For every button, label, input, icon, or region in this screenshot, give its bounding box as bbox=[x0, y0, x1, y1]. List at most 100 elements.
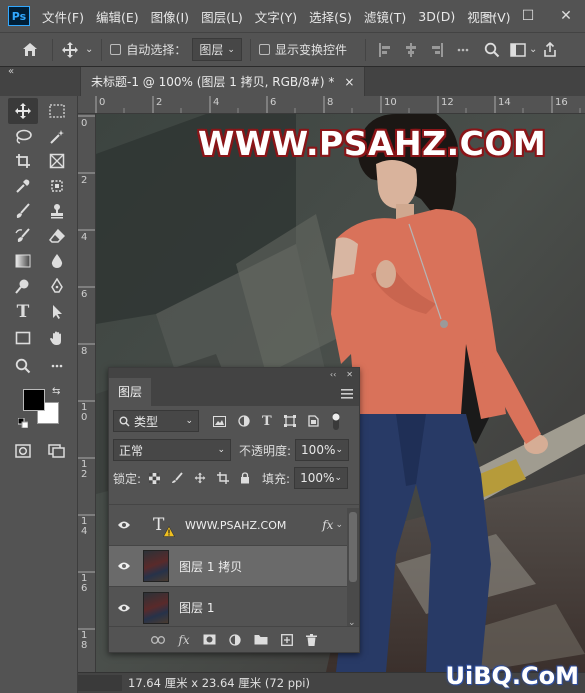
layer-row-base[interactable]: 图层 1 bbox=[109, 587, 347, 628]
align-left-icon[interactable] bbox=[378, 42, 392, 57]
panel-menu-icon[interactable] bbox=[341, 389, 353, 399]
opacity-input[interactable]: 100% ⌄ bbox=[295, 439, 350, 461]
add-mask-icon[interactable] bbox=[203, 634, 216, 645]
delete-layer-icon[interactable] bbox=[305, 633, 317, 646]
rectangle-tool-icon[interactable] bbox=[8, 325, 38, 351]
more-tools-icon[interactable] bbox=[42, 353, 72, 379]
blend-opacity-row: 正常 ⌄ 不透明度: 100% ⌄ bbox=[109, 436, 359, 464]
foreground-color-swatch[interactable] bbox=[23, 389, 45, 411]
blend-mode-dropdown[interactable]: 正常 ⌄ bbox=[113, 439, 231, 461]
tab-layers[interactable]: 图层 bbox=[109, 378, 152, 406]
brush-tool-icon[interactable] bbox=[8, 198, 38, 224]
magic-wand-tool-icon[interactable] bbox=[42, 124, 72, 150]
visibility-eye-icon[interactable] bbox=[109, 520, 139, 530]
align-right-icon[interactable] bbox=[430, 42, 444, 57]
dodge-tool-icon[interactable] bbox=[8, 273, 38, 299]
zoom-field[interactable] bbox=[78, 675, 122, 691]
more-options-icon[interactable] bbox=[456, 43, 470, 57]
visibility-eye-icon[interactable] bbox=[109, 603, 139, 613]
collapse-panel-icon[interactable]: « bbox=[8, 66, 14, 77]
home-icon[interactable] bbox=[22, 42, 38, 57]
blur-tool-icon[interactable] bbox=[42, 248, 72, 274]
ruler-label: 1 2 bbox=[81, 459, 88, 480]
collapse-icon[interactable]: ‹‹ bbox=[330, 370, 336, 379]
menu-layer[interactable]: 图层(L) bbox=[201, 7, 243, 26]
gradient-tool-icon[interactable] bbox=[8, 248, 38, 274]
clone-stamp-tool-icon[interactable] bbox=[42, 198, 72, 224]
eyedropper-tool-icon[interactable] bbox=[8, 173, 38, 199]
zoom-tool-icon[interactable] bbox=[8, 353, 38, 379]
layers-scrollbar[interactable]: ⌄ bbox=[347, 508, 359, 628]
add-layer-style-icon[interactable]: fx bbox=[178, 633, 189, 647]
chevron-down-icon[interactable]: ⌄ bbox=[85, 44, 93, 55]
chevron-down-icon[interactable]: ⌄ bbox=[335, 520, 343, 530]
link-layers-icon[interactable] bbox=[151, 635, 166, 644]
quick-mask-icon[interactable] bbox=[8, 438, 38, 464]
document-tab-title: 未标题-1 @ 100% (图层 1 拷贝, RGB/8#) * bbox=[91, 75, 335, 89]
scrollbar-thumb[interactable] bbox=[349, 512, 357, 582]
maximize-button[interactable]: ☐ bbox=[509, 8, 547, 24]
close-button[interactable]: ✕ bbox=[547, 8, 585, 24]
filter-shape-icon[interactable] bbox=[283, 415, 296, 427]
menu-file[interactable]: 文件(F) bbox=[42, 7, 84, 26]
close-tab-icon[interactable]: × bbox=[344, 75, 354, 89]
lock-artboard-icon[interactable] bbox=[217, 472, 230, 484]
lock-all-icon[interactable] bbox=[240, 472, 250, 484]
crop-tool-icon[interactable] bbox=[8, 148, 38, 174]
auto-select-checkbox[interactable]: 自动选择： bbox=[110, 41, 186, 58]
filter-kind-dropdown[interactable]: 类型 ⌄ bbox=[113, 410, 199, 432]
pen-tool-icon[interactable] bbox=[42, 273, 72, 299]
workspace-icon[interactable] bbox=[510, 42, 526, 57]
photoshop-logo: Ps bbox=[8, 6, 30, 26]
eraser-tool-icon[interactable] bbox=[42, 223, 72, 249]
ruler-label: 10 bbox=[384, 97, 397, 108]
ruler-label: 2 bbox=[156, 97, 163, 108]
close-panel-icon[interactable]: ✕ bbox=[346, 370, 353, 379]
show-transform-controls-checkbox[interactable]: 显示变换控件 bbox=[258, 41, 347, 58]
minimize-button[interactable]: — bbox=[471, 8, 509, 24]
menu-3d[interactable]: 3D(D) bbox=[418, 9, 455, 24]
swap-colors-icon[interactable]: ⇆ bbox=[52, 386, 60, 397]
move-tool-icon[interactable] bbox=[8, 98, 38, 124]
new-group-icon[interactable] bbox=[254, 634, 268, 645]
new-layer-icon[interactable] bbox=[280, 633, 293, 646]
align-center-icon[interactable] bbox=[404, 42, 418, 57]
lock-image-pixels-icon[interactable] bbox=[171, 472, 183, 484]
filter-pixel-icon[interactable] bbox=[213, 415, 226, 427]
frame-tool-icon[interactable] bbox=[42, 148, 72, 174]
history-brush-tool-icon[interactable] bbox=[8, 223, 38, 249]
marquee-tool-icon[interactable] bbox=[42, 98, 72, 124]
path-selection-tool-icon[interactable] bbox=[42, 299, 72, 325]
lock-position-icon[interactable] bbox=[194, 472, 206, 484]
move-tool-preset-icon[interactable] bbox=[61, 41, 79, 59]
default-colors-icon[interactable] bbox=[18, 418, 28, 428]
spot-healing-tool-icon[interactable] bbox=[42, 173, 72, 199]
type-tool-icon[interactable]: T bbox=[8, 299, 38, 325]
fill-input[interactable]: 100% ⌄ bbox=[294, 467, 349, 489]
screen-mode-icon[interactable] bbox=[42, 438, 72, 464]
filter-smart-object-icon[interactable] bbox=[308, 415, 319, 427]
filter-adjustment-icon[interactable] bbox=[238, 415, 250, 427]
visibility-eye-icon[interactable] bbox=[109, 561, 139, 571]
share-icon[interactable] bbox=[543, 42, 557, 57]
new-adjustment-layer-icon[interactable] bbox=[228, 633, 241, 646]
lasso-tool-icon[interactable] bbox=[8, 124, 38, 150]
lock-transparent-pixels-icon[interactable] bbox=[149, 472, 161, 484]
search-icon[interactable] bbox=[484, 42, 500, 58]
menu-filter[interactable]: 滤镜(T) bbox=[364, 7, 406, 26]
filter-toggle-icon[interactable] bbox=[331, 412, 341, 430]
menu-image[interactable]: 图像(I) bbox=[151, 7, 189, 26]
menu-edit[interactable]: 编辑(E) bbox=[96, 7, 139, 26]
hand-tool-icon[interactable] bbox=[42, 325, 72, 351]
chevron-down-icon[interactable]: ⌄ bbox=[529, 44, 537, 55]
filter-type-icon[interactable]: T bbox=[262, 414, 272, 429]
menu-select[interactable]: 选择(S) bbox=[309, 7, 352, 26]
layer-name: WWW.PSAHZ.COM bbox=[185, 518, 287, 532]
layer-row-text[interactable]: T WWW.PSAHZ.COM fx ⌄ bbox=[109, 505, 347, 546]
layers-panel: ‹‹ ✕ 图层 类型 ⌄ T 正常 ⌄ 不透明度: 100% ⌄ 锁定: 填充:… bbox=[108, 367, 360, 653]
layer-effects-icon[interactable]: fx bbox=[322, 518, 333, 532]
auto-select-target-dropdown[interactable]: 图层 ⌄ bbox=[192, 38, 242, 61]
layer-row-copy[interactable]: 图层 1 拷贝 bbox=[109, 546, 347, 587]
document-tab[interactable]: 未标题-1 @ 100% (图层 1 拷贝, RGB/8#) * × bbox=[80, 67, 366, 96]
menu-type[interactable]: 文字(Y) bbox=[255, 7, 297, 26]
